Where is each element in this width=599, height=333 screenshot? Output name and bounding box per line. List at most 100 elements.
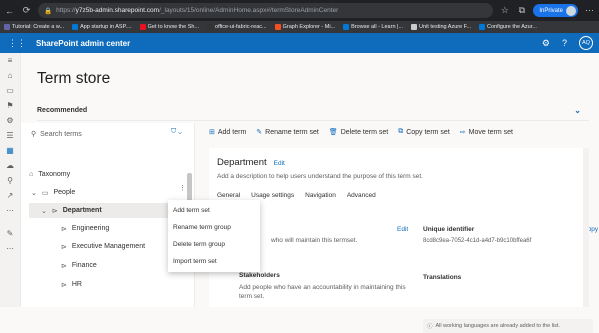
bookmark-label: Configure the Azur... bbox=[487, 24, 537, 30]
customize-icon[interactable]: ✎ bbox=[0, 226, 20, 241]
tree-item-department[interactable]: ⌄ ⊳ Department bbox=[29, 203, 182, 218]
more-features-icon[interactable]: ⋯ bbox=[0, 241, 20, 256]
menu-item-rename-term-group[interactable]: Rename term group bbox=[168, 219, 260, 236]
address-bar[interactable]: 🔒 https://y7z5b-admin.sharepoint.com/_la… bbox=[38, 3, 493, 18]
bookmark-icon bbox=[479, 24, 485, 30]
unique-id-value: 8cd8c9ea-7052-4c1d-a4d7-b9c10bffea6f bbox=[423, 238, 531, 244]
recommended-section[interactable]: Recommended ⌄ bbox=[37, 101, 589, 121]
home-icon[interactable]: ⌂ bbox=[0, 68, 20, 83]
chevron-down-icon[interactable]: ⌄ bbox=[574, 106, 581, 115]
bookmark-item[interactable]: Configure the Azur... bbox=[479, 24, 537, 30]
command-bar: ⊞Add term ✎Rename term set 🗑Delete term … bbox=[209, 125, 589, 139]
tab-advanced[interactable]: Advanced bbox=[347, 192, 376, 204]
move-term-set-button[interactable]: ⇨Move term set bbox=[460, 128, 513, 136]
search-input[interactable]: Search terms bbox=[40, 131, 82, 138]
info-icon: ⓘ bbox=[427, 322, 433, 330]
sites-icon[interactable]: ▭ bbox=[0, 83, 20, 98]
move-icon: ⇨ bbox=[460, 128, 466, 136]
stakeholders-desc-2: term set. bbox=[239, 293, 264, 300]
settings-icon[interactable]: ⚙ bbox=[542, 38, 550, 49]
tree-item-people[interactable]: ⌄ ▭ People bbox=[31, 185, 75, 200]
menu-icon[interactable]: ≡ bbox=[0, 53, 20, 68]
inprivate-badge[interactable]: InPrivate bbox=[533, 4, 578, 17]
tree-label: People bbox=[54, 189, 76, 196]
delete-term-set-button[interactable]: 🗑Delete term set bbox=[329, 128, 388, 136]
content-services-icon[interactable]: ☰ bbox=[0, 128, 20, 143]
tag-icon: ⊳ bbox=[61, 243, 67, 251]
tab-navigation[interactable]: Navigation bbox=[305, 192, 336, 204]
copy-term-set-button[interactable]: ⧉Copy term set bbox=[398, 128, 450, 136]
back-icon[interactable]: ← bbox=[4, 6, 15, 16]
filter-icon[interactable]: ⛉ ⌄ bbox=[171, 128, 182, 136]
browser-toolbar: ← ⟳ 🔒 https://y7z5b-admin.sharepoint.com… bbox=[0, 0, 599, 21]
menu-item-delete-term-group[interactable]: Delete term group bbox=[168, 236, 260, 253]
detail-scrollbar[interactable] bbox=[583, 148, 589, 307]
translations-banner-text: All working languages are already added … bbox=[436, 323, 560, 329]
bookmark-item[interactable]: Browse all - Learn |... bbox=[343, 24, 403, 30]
bookmark-item[interactable]: office-ui-fabric-reac... bbox=[207, 24, 267, 30]
bookmark-item[interactable]: Unit testing Azure F... bbox=[411, 24, 471, 30]
tree-item-term[interactable]: ⊳ Finance bbox=[61, 258, 97, 273]
favorites-icon[interactable]: ☆ bbox=[499, 5, 510, 16]
tree-item-term[interactable]: ⊳ HR bbox=[61, 277, 82, 292]
people-more-icon[interactable]: ⋮ bbox=[179, 184, 186, 192]
user-avatar[interactable]: AQ bbox=[579, 36, 593, 50]
menu-item-import-term-set[interactable]: Import term set bbox=[168, 253, 260, 270]
reports-icon[interactable]: ⚲ bbox=[0, 173, 20, 188]
tree-label: Finance bbox=[72, 262, 97, 269]
analytics-icon[interactable]: ↗ bbox=[0, 188, 20, 203]
bookmark-icon bbox=[275, 24, 281, 30]
url-host: y7z5b-admin.sharepoint.com bbox=[76, 7, 159, 14]
bookmark-label: App startup in ASP.... bbox=[80, 24, 132, 30]
translations-label: Translations bbox=[423, 274, 461, 281]
copy-icon: ⧉ bbox=[398, 128, 403, 136]
rename-term-set-button[interactable]: ✎Rename term set bbox=[256, 128, 319, 136]
bookmark-label: Tutorial: Create a w... bbox=[12, 24, 64, 30]
recommended-label: Recommended bbox=[37, 107, 87, 114]
bookmark-icon bbox=[343, 24, 349, 30]
bookmark-icon bbox=[4, 24, 10, 30]
tree-label: Taxonomy bbox=[38, 171, 70, 178]
bookmark-icon bbox=[72, 24, 78, 30]
tree-item-term[interactable]: ⊳ Executive Management bbox=[61, 239, 145, 254]
menu-item-add-term-set[interactable]: Add term set bbox=[168, 202, 260, 219]
add-term-button[interactable]: ⊞Add term bbox=[209, 128, 246, 136]
context-menu: Add term set Rename term group Delete te… bbox=[168, 200, 260, 272]
owner-edit-link[interactable]: Edit bbox=[397, 226, 408, 233]
advanced-icon[interactable]: ⋯ bbox=[0, 203, 20, 218]
unique-id-label: Unique identifier bbox=[423, 226, 474, 233]
migration-icon[interactable]: ☁ bbox=[0, 158, 20, 173]
detail-title-row: Department Edit bbox=[217, 157, 285, 168]
tree-label: Executive Management bbox=[72, 243, 145, 250]
delete-icon: 🗑 bbox=[329, 128, 338, 136]
bookmarks-bar: Tutorial: Create a w... App startup in AS… bbox=[0, 21, 599, 33]
chevron-down-icon[interactable]: ⌄ bbox=[41, 207, 47, 215]
collections-icon[interactable]: ⧉ bbox=[516, 5, 527, 16]
bookmark-label: Browse all - Learn |... bbox=[351, 24, 403, 30]
more-icon[interactable]: ⋯ bbox=[584, 5, 595, 16]
bookmark-icon bbox=[207, 24, 213, 30]
tag-icon: ⊳ bbox=[61, 225, 67, 233]
refresh-icon[interactable]: ⟳ bbox=[21, 5, 32, 16]
translations-info-banner: ⓘ All working languages are already adde… bbox=[423, 319, 593, 333]
app-launcher-icon[interactable]: ⋮⋮ bbox=[8, 38, 26, 49]
help-icon[interactable]: ? bbox=[562, 38, 567, 48]
term-store-icon[interactable]: ▦ bbox=[0, 143, 20, 158]
bookmark-item[interactable]: Get to know the Sh... bbox=[140, 24, 199, 30]
app-title: SharePoint admin center bbox=[36, 39, 130, 48]
folder-icon: ▭ bbox=[42, 189, 49, 197]
tree-item-term[interactable]: ⊳ Engineering bbox=[61, 221, 109, 236]
tree-label: Engineering bbox=[72, 225, 109, 232]
bookmark-item[interactable]: Tutorial: Create a w... bbox=[4, 24, 64, 30]
app-header: ⋮⋮ SharePoint admin center ⚙ ? AQ bbox=[0, 33, 599, 53]
settings-nav-icon[interactable]: ⚙ bbox=[0, 113, 20, 128]
bookmark-item[interactable]: App startup in ASP.... bbox=[72, 24, 132, 30]
chevron-down-icon[interactable]: ⌄ bbox=[31, 189, 37, 197]
edit-title-link[interactable]: Edit bbox=[274, 160, 285, 167]
tree-item-taxonomy[interactable]: ⌂ Taxonomy bbox=[29, 167, 70, 182]
tag-icon: ⊳ bbox=[52, 207, 58, 215]
search-terms-box[interactable]: ⚲ Search terms bbox=[31, 128, 161, 140]
bookmark-item[interactable]: Graph Explorer - Mi... bbox=[275, 24, 336, 30]
bookmark-label: Graph Explorer - Mi... bbox=[283, 24, 336, 30]
policies-icon[interactable]: ⚑ bbox=[0, 98, 20, 113]
